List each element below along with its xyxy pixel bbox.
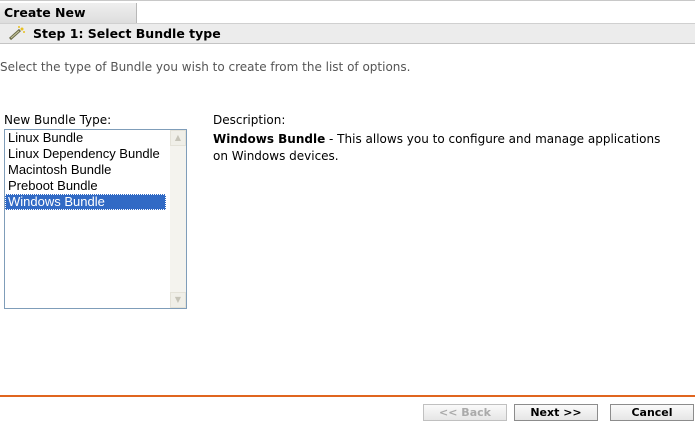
cancel-button[interactable]: Cancel [610, 404, 694, 421]
scrollbar[interactable]: ▲ ▼ [170, 130, 186, 308]
scroll-up-icon[interactable]: ▲ [170, 130, 186, 146]
list-item[interactable]: Linux Dependency Bundle [5, 146, 166, 162]
intro-text: Select the type of Bundle you wish to cr… [0, 60, 411, 74]
description-label: Description: [213, 113, 286, 127]
footer-divider [0, 395, 695, 397]
list-item[interactable]: Preboot Bundle [5, 178, 166, 194]
step-header: Step 1: Select Bundle type [0, 23, 695, 44]
tab-bar: Create New Bundle [0, 0, 695, 40]
step-title: Step 1: Select Bundle type [33, 26, 221, 41]
description-name: Windows Bundle [213, 132, 326, 146]
scroll-down-icon[interactable]: ▼ [170, 292, 186, 308]
back-button[interactable]: << Back [423, 404, 507, 421]
bundle-type-label: New Bundle Type: [4, 113, 112, 127]
list-item[interactable]: Linux Bundle [5, 130, 166, 146]
description-text: Windows Bundle - This allows you to conf… [213, 131, 673, 165]
tab-create-new-bundle[interactable]: Create New Bundle [0, 3, 137, 40]
wand-icon [8, 26, 25, 41]
list-item-selected[interactable]: Windows Bundle [5, 194, 166, 210]
bundle-type-listbox[interactable]: Linux Bundle Linux Dependency Bundle Mac… [4, 129, 187, 309]
next-button[interactable]: Next >> [514, 404, 598, 421]
list-item[interactable]: Macintosh Bundle [5, 162, 166, 178]
